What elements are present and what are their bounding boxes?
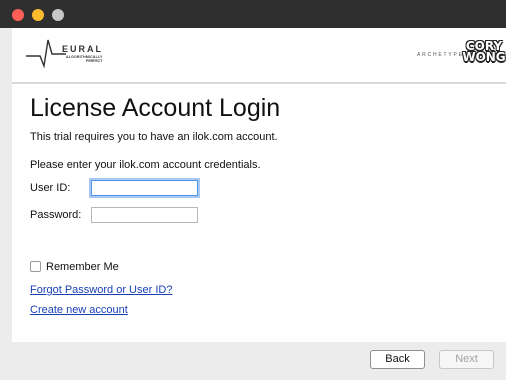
close-window-button[interactable] [12,9,24,21]
app-window: EURAL ALGORITHMICALLY PERFECT ARCHETYPE … [0,0,506,380]
footer-bar: Back Next [12,342,506,380]
header-divider [12,82,506,84]
zoom-window-button[interactable] [52,9,64,21]
create-account-link[interactable]: Create new account [30,304,128,316]
remember-me-checkbox[interactable] [30,261,41,272]
user-id-input[interactable] [91,180,198,196]
neural-logo-icon [26,39,66,68]
title-bar[interactable] [0,0,506,28]
artist-logo-line2: WONG [462,50,506,64]
page-title: License Account Login [30,94,281,122]
forgot-password-link[interactable]: Forgot Password or User ID? [30,284,172,296]
brand-tagline-2: PERFECT [86,59,103,63]
next-button[interactable]: Next [439,350,494,369]
remember-me-label[interactable]: Remember Me [46,261,119,273]
product-name: ARCHETYPE [417,52,464,58]
user-id-label: User ID: [30,182,71,194]
brand-name: EURAL [62,44,103,54]
back-button[interactable]: Back [370,350,425,369]
password-input[interactable] [91,207,198,223]
header-banner: EURAL ALGORITHMICALLY PERFECT ARCHETYPE … [12,28,506,82]
dialog-content: EURAL ALGORITHMICALLY PERFECT ARCHETYPE … [12,28,506,380]
artist-logo: CORY WONG [462,40,506,64]
instruction-text: Please enter your ilok.com account crede… [30,159,261,171]
password-label: Password: [30,209,82,221]
minimize-window-button[interactable] [32,9,44,21]
intro-text: This trial requires you to have an ilok.… [30,131,278,143]
